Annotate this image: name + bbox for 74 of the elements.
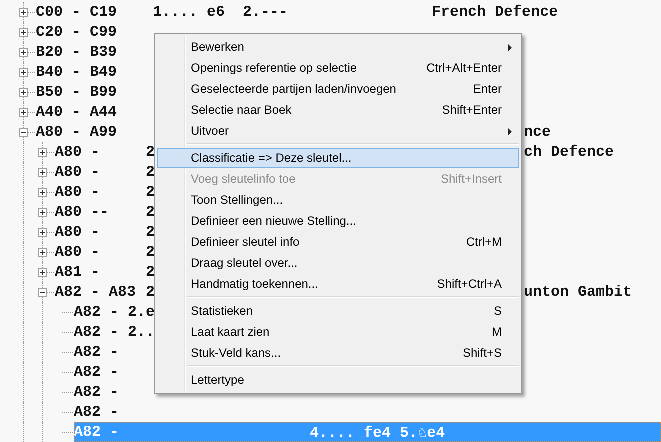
tree-item-label[interactable]: A82 - 2.. [74, 324, 156, 340]
expand-icon[interactable] [19, 48, 28, 57]
shortcut-text: Shift+S [462, 346, 502, 360]
menu-item[interactable]: Lettertype [157, 370, 519, 390]
moves-text: 4.... fe4 5.♘e4 [310, 424, 446, 442]
shortcut-text: M [492, 325, 502, 339]
tree-item-label[interactable]: A80 -- [55, 204, 110, 220]
tree-item-label[interactable]: C00 - C19 [36, 4, 118, 20]
moves-text: 2 [146, 184, 156, 200]
moves-text: 1.... e6 2.--- [153, 4, 288, 20]
menu-item[interactable]: Geselecteerde partijen laden/invoegen Enter [157, 79, 519, 99]
menu-item[interactable]: Selectie naar Boek Shift+Enter [157, 100, 519, 120]
tree-item-label[interactable]: A82 - [74, 384, 120, 400]
tree-item-label[interactable]: A82 - [74, 344, 120, 360]
opening-name: French Defence [432, 4, 558, 20]
expand-icon[interactable] [38, 228, 47, 237]
moves-text: 2 [146, 264, 156, 280]
shortcut-text: Ctrl+M [466, 235, 502, 249]
moves-text: 2 [146, 224, 156, 240]
opening-name: ch Defence [524, 144, 614, 160]
opening-name: nce [524, 124, 552, 140]
tree-item-label[interactable]: B50 - B99 [36, 84, 118, 100]
tree-item-label[interactable]: A80 - A99 [36, 124, 118, 140]
shortcut-text: Shift+Insert [440, 172, 502, 186]
shortcut-text: Enter [473, 82, 502, 96]
menu-item[interactable]: Handmatig toekennen... Shift+Ctrl+A [157, 274, 519, 294]
menu-item[interactable]: Draag sleutel over... [157, 253, 519, 273]
expand-icon[interactable] [19, 88, 28, 97]
menu-item[interactable]: Uitvoer [157, 121, 519, 141]
tree-item-label[interactable]: A82 - [74, 364, 120, 380]
moves-text: 2 [146, 164, 156, 180]
opening-name: unton Gambit [524, 284, 632, 300]
expand-icon[interactable] [38, 188, 47, 197]
menu-item[interactable]: Definieer sleutel info Ctrl+M [157, 232, 519, 252]
tree-item-label[interactable]: A82 - 2.e [74, 304, 156, 320]
collapse-icon[interactable] [19, 128, 28, 137]
tree-item-label[interactable]: B40 - B49 [36, 64, 118, 80]
menu-item[interactable]: Stuk-Veld kans... Shift+S [157, 343, 519, 363]
menu-item[interactable]: Bewerken [157, 37, 519, 57]
menu-item[interactable]: Laat kaart zien M [157, 322, 519, 342]
tree-item-label[interactable]: A82 - [74, 404, 120, 420]
expand-icon[interactable] [38, 148, 47, 157]
tree-item-label[interactable]: A80 - [55, 244, 100, 260]
menu-item[interactable]: Classificatie => Deze sleutel... [157, 148, 519, 168]
menu-item[interactable]: Openings referentie op selectie Ctrl+Alt+Enter [157, 58, 519, 78]
tree-item-label[interactable]: B20 - B39 [36, 44, 118, 60]
expand-icon[interactable] [38, 208, 47, 217]
tree-item-label[interactable]: A82 - A83 [55, 284, 136, 300]
tree-item-label[interactable]: A81 - [55, 264, 100, 280]
shortcut-text: Shift+Ctrl+A [437, 277, 502, 291]
tree-item-label[interactable]: A80 - [55, 184, 100, 200]
menu-item[interactable]: Definieer een nieuwe Stelling... [157, 211, 519, 231]
moves-text: 2 [146, 144, 156, 160]
expand-icon[interactable] [19, 68, 28, 77]
tree-item-label[interactable]: A40 - A44 [36, 104, 118, 120]
expand-icon[interactable] [19, 28, 28, 37]
expand-icon[interactable] [38, 268, 47, 277]
collapse-icon[interactable] [38, 288, 47, 297]
expand-icon[interactable] [38, 248, 47, 257]
tree-item-label[interactable]: A80 - [55, 144, 100, 160]
tree-item-label[interactable]: A80 - [55, 224, 100, 240]
menu-item[interactable]: Statistieken S [157, 301, 519, 321]
moves-text: 2 [146, 244, 156, 260]
moves-text: 2 [146, 204, 156, 220]
expand-icon[interactable] [38, 168, 47, 177]
tree-item-label[interactable]: A80 - [55, 164, 100, 180]
shortcut-text: Shift+Enter [442, 103, 502, 117]
expand-icon[interactable] [19, 8, 28, 17]
shortcut-text: S [494, 304, 502, 318]
shortcut-text: Ctrl+Alt+Enter [426, 61, 502, 75]
tree-item-label[interactable]: C20 - C99 [36, 24, 118, 40]
moves-text: 2 [146, 284, 156, 300]
expand-icon[interactable] [19, 108, 28, 117]
menu-item[interactable]: Toon Stellingen... [157, 190, 519, 210]
